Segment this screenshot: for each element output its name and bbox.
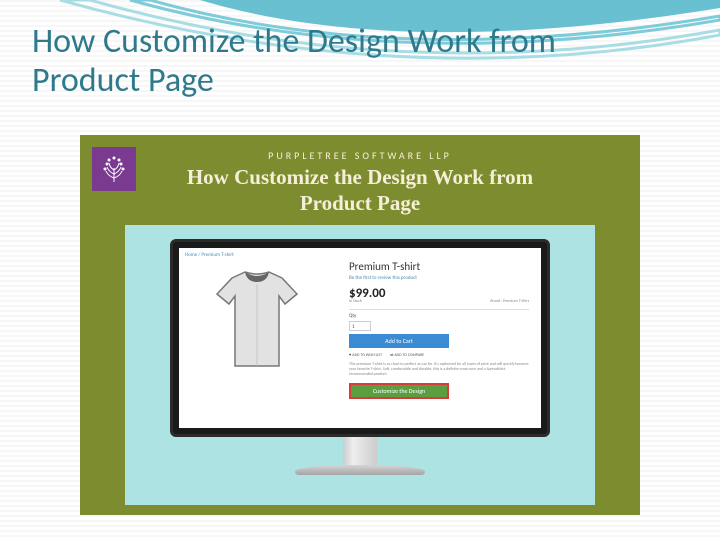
- compare-link: ⇄ ADD TO COMPARE: [390, 352, 424, 358]
- breadcrumb: Home / Premium T-shirt: [185, 252, 234, 258]
- tshirt-image: [207, 266, 307, 376]
- review-link: Be the first to review this product: [349, 275, 529, 281]
- add-to-cart-button: Add to Cart: [349, 334, 449, 348]
- monitor-bezel: Home / Premium T-shirt Premium T-shirt B…: [170, 239, 550, 437]
- wishlist-link: ♥ ADD TO WISH LIST: [349, 352, 382, 358]
- monitor-stand-base: [295, 465, 425, 475]
- embedded-title: How Customize the Design Work from Produ…: [150, 164, 570, 217]
- monitor: Home / Premium T-shirt Premium T-shirt B…: [170, 239, 550, 475]
- company-name: PURPLETREE SOFTWARE LLP: [268, 149, 452, 162]
- brand-label: Brand : Premium T-Shirt: [490, 299, 529, 304]
- product-description: This premium T-shirt is as close to perf…: [349, 362, 529, 378]
- monitor-stand-neck: [343, 437, 377, 465]
- company-logo: [92, 147, 136, 191]
- product-page-screen: Home / Premium T-shirt Premium T-shirt B…: [179, 248, 541, 428]
- stock-status: In Stock: [349, 299, 362, 304]
- qty-label: Qty: [349, 313, 529, 319]
- embedded-slide: PURPLETREE SOFTWARE LLP How Customize th…: [80, 135, 640, 515]
- customize-design-button: Customize the Design: [349, 383, 449, 399]
- slide-title: How Customize the Design Work from Produ…: [32, 22, 632, 100]
- product-name: Premium T-shirt: [349, 260, 529, 273]
- qty-input: 1: [349, 321, 371, 331]
- monitor-backdrop: Home / Premium T-shirt Premium T-shirt B…: [125, 225, 595, 505]
